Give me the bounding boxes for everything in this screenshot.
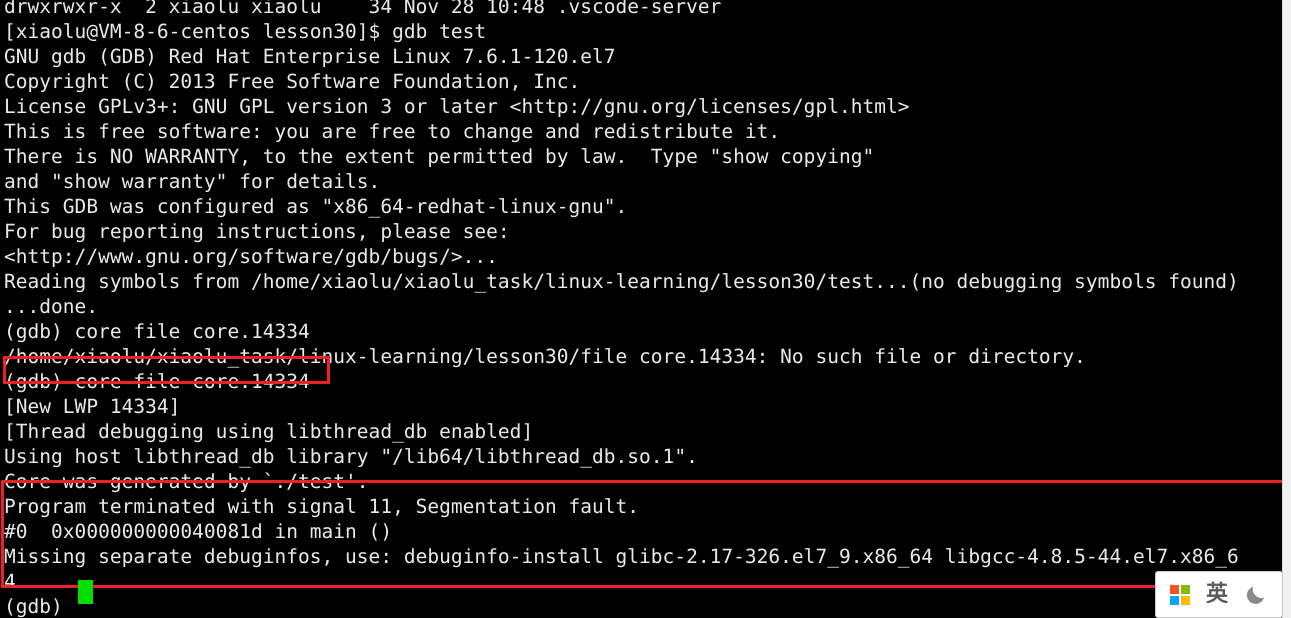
terminal-line: Copyright (C) 2013 Free Software Foundat… (4, 70, 581, 93)
screen: drwxrwxr-x 2 xiaolu xiaolu 34 Nov 28 10:… (0, 0, 1291, 618)
terminal-line: and "show warranty" for details. (4, 170, 381, 193)
windows-logo-icon (1169, 584, 1190, 605)
terminal-line: (gdb) core file core.14334 (4, 320, 310, 343)
terminal-line: Missing separate debuginfos, use: debugi… (4, 545, 1239, 568)
terminal-line: ...done. (4, 295, 99, 318)
terminal-line: This GDB was configured as "x86_64-redha… (4, 195, 628, 218)
terminal-line: Reading symbols from /home/xiaolu/xiaolu… (4, 270, 1239, 293)
terminal-line: /home/xiaolu/xiaolu_task/linux-learning/… (4, 345, 1086, 368)
terminal-line: Using host libthread_db library "/lib64/… (4, 445, 698, 468)
terminal-cursor (78, 580, 93, 604)
terminal-line: [New LWP 14334] (4, 395, 181, 418)
terminal-line: This is free software: you are free to c… (4, 120, 781, 143)
terminal-line: <http://www.gnu.org/software/gdb/bugs/>.… (4, 245, 498, 268)
ime-language-indicator[interactable]: 英 (1206, 583, 1228, 606)
moon-icon[interactable] (1244, 583, 1268, 607)
terminal-line: Core was generated by `./test'. (4, 470, 369, 493)
window-right-edge (1282, 0, 1291, 618)
terminal-line: 4 (4, 570, 16, 593)
terminal-line: (gdb) core-file core.14334 (4, 370, 310, 393)
terminal-line: GNU gdb (GDB) Red Hat Enterprise Linux 7… (4, 45, 616, 68)
terminal-line: There is NO WARRANTY, to the extent perm… (4, 145, 875, 168)
terminal-line: #0 0x000000000040081d in main () (4, 520, 393, 543)
terminal-line: [xiaolu@VM-8-6-centos lesson30]$ gdb tes… (4, 20, 487, 43)
ime-language-bar[interactable]: 英 (1155, 571, 1283, 618)
terminal-output: drwxrwxr-x 2 xiaolu xiaolu 34 Nov 28 10:… (4, 0, 1282, 618)
terminal-line: [Thread debugging using libthread_db ena… (4, 420, 534, 443)
terminal-line: For bug reporting instructions, please s… (4, 220, 510, 243)
terminal-line: drwxrwxr-x 2 xiaolu xiaolu 34 Nov 28 10:… (4, 0, 722, 18)
terminal-line: License GPLv3+: GNU GPL version 3 or lat… (4, 95, 910, 118)
terminal-line: (gdb) (4, 595, 75, 618)
terminal-window[interactable]: drwxrwxr-x 2 xiaolu xiaolu 34 Nov 28 10:… (0, 0, 1282, 618)
terminal-line: Program terminated with signal 11, Segme… (4, 495, 640, 518)
